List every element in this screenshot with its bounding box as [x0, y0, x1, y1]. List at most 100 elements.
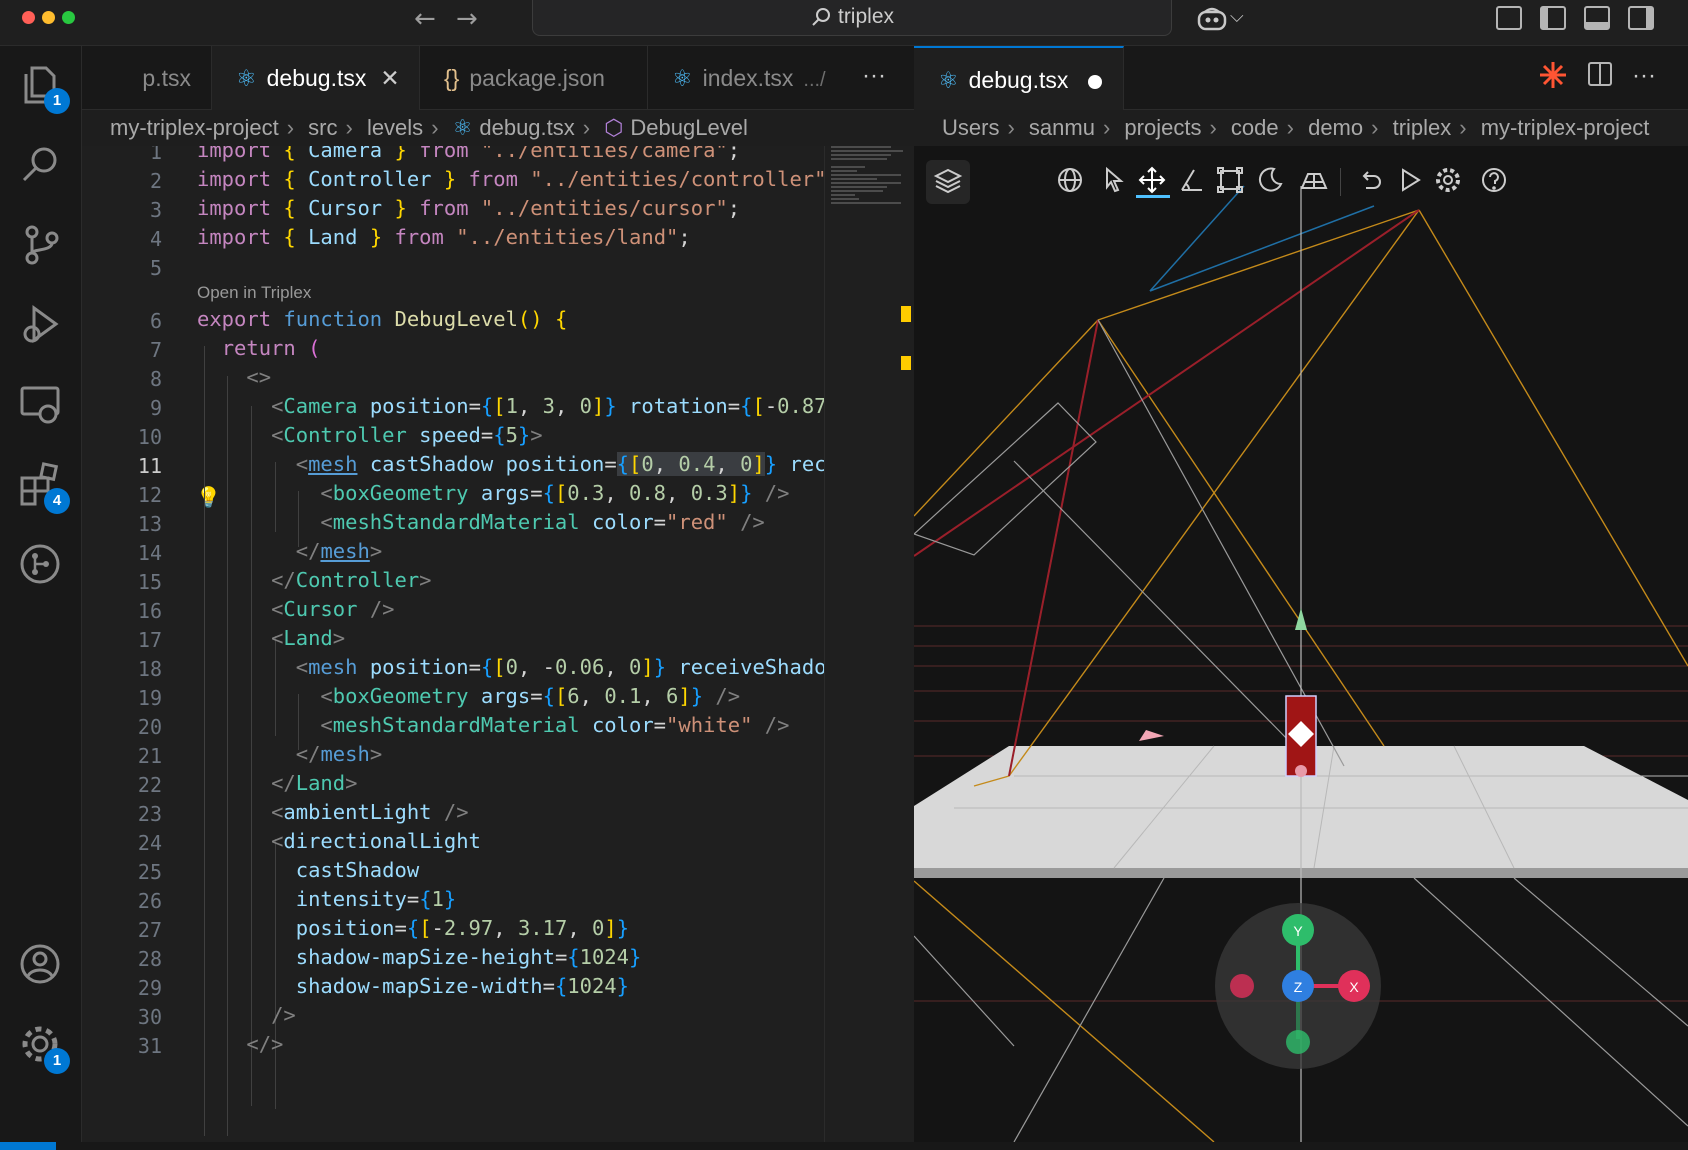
minimize-window-button[interactable] [42, 11, 55, 24]
tab-package-json[interactable]: {} package.json [420, 46, 648, 110]
zoom-window-button[interactable] [62, 11, 75, 24]
code-line: <ambientLight /> [271, 800, 469, 824]
scale-tool-icon[interactable] [1214, 164, 1248, 198]
crumb-projects[interactable]: projects [1124, 115, 1201, 140]
crumb-users[interactable]: Users [942, 115, 999, 140]
select-cursor-icon[interactable] [1098, 164, 1132, 198]
close-icon[interactable]: ✕ [380, 66, 399, 92]
line-number: 28 [137, 947, 162, 971]
breadcrumb: my-triplex-project › src › levels › ⚛ debug… [110, 115, 748, 141]
ground-grid-icon[interactable] [1298, 164, 1332, 198]
settings-badge: 1 [44, 1048, 70, 1074]
crumb-src[interactable]: src [308, 115, 337, 140]
gizmo-y-label: Y [1293, 923, 1303, 939]
crumb-code[interactable]: code [1231, 115, 1279, 140]
more-actions-icon[interactable]: ··· [1632, 46, 1656, 106]
scrollbar-marker [901, 306, 911, 322]
copilot-menu-chevron-icon[interactable]: ⌵ [1230, 6, 1244, 27]
forward-arrow-icon[interactable]: → [456, 4, 478, 34]
code-line: shadow-mapSize-height={1024} [295, 945, 642, 969]
code-line: /> [271, 1003, 296, 1027]
crumb-file[interactable]: debug.tsx [479, 115, 574, 140]
title-bar: ← → triplex ⌵ [0, 0, 1688, 46]
crumb-demo[interactable]: demo [1308, 115, 1363, 140]
line-number: 11 [137, 454, 162, 478]
translate-move-icon[interactable] [1136, 164, 1170, 198]
triplex-viewport[interactable]: Y X Z [914, 146, 1688, 1142]
line-number: 17 [137, 628, 162, 652]
git-graph-icon[interactable] [18, 542, 66, 590]
line-number: 2 [149, 169, 162, 193]
theme-moon-icon[interactable] [1254, 164, 1288, 198]
layers-button[interactable] [926, 160, 970, 204]
back-arrow-icon[interactable]: ← [414, 4, 436, 34]
rotate-tool-icon[interactable] [1176, 164, 1210, 198]
source-control-icon[interactable] [18, 222, 66, 270]
crumb-levels[interactable]: levels [367, 115, 423, 140]
line-number: 3 [149, 198, 162, 222]
line-number: 24 [137, 831, 162, 855]
play-icon[interactable] [1394, 164, 1428, 198]
code-line: intensity={1} [295, 887, 457, 911]
tab-debug-preview[interactable]: ⚛ debug.tsx [914, 46, 1124, 110]
manage-gear-icon[interactable]: 1 [18, 1022, 70, 1074]
react-icon: ⚛ [452, 116, 480, 141]
undo-icon[interactable] [1354, 164, 1388, 198]
crumb-sanmu[interactable]: sanmu [1029, 115, 1095, 140]
activity-bar: 1 4 1 [0, 46, 82, 1142]
copilot-icon[interactable] [1196, 6, 1230, 37]
toggle-secondary-sidebar-icon[interactable] [1628, 6, 1654, 30]
customize-layout-icon[interactable] [1496, 6, 1522, 30]
close-window-button[interactable] [22, 11, 35, 24]
axis-gizmo[interactable]: Y X Z [1215, 903, 1381, 1069]
crumb-project[interactable]: my-triplex-project [110, 115, 279, 140]
toggle-panel-icon[interactable] [1584, 6, 1610, 30]
remote-explorer-icon[interactable] [18, 382, 66, 430]
line-number: 7 [149, 338, 162, 362]
accounts-icon[interactable] [18, 942, 66, 990]
globe-icon[interactable] [1054, 164, 1088, 198]
line-number: 15 [137, 570, 162, 594]
scene-toolbar [1054, 158, 1524, 204]
settings-gear-icon[interactable] [1432, 164, 1466, 198]
more-actions-icon[interactable]: ··· [862, 46, 886, 106]
line-number: 13 [137, 512, 162, 536]
gizmo-neg-y-axis[interactable] [1286, 1030, 1310, 1054]
preview-breadcrumb: Users › sanmu › projects › code › demo › trip… [942, 115, 1650, 140]
gizmo-x-label: X [1349, 979, 1359, 995]
symbol-icon: ⬡ [604, 116, 631, 141]
tab-debug[interactable]: ⚛ debug.tsx ✕ [212, 46, 420, 110]
help-icon[interactable] [1478, 164, 1512, 198]
extensions-icon[interactable]: 4 [18, 462, 70, 514]
unsaved-dot-icon [1088, 74, 1103, 89]
minimap[interactable] [824, 146, 914, 1142]
code-editor[interactable]: 1 2 3 4 5 6 7 8 9 10 11 12 13 14 15 16 17 18 19 20 21 22 23 24 2… [82, 146, 824, 1142]
code-line: export function DebugLevel() { [197, 307, 568, 331]
react-icon: ⚛ [672, 66, 693, 92]
code-line: import { Controller } from "../entities/… [197, 167, 824, 191]
code-line: import { Camera } from "../entities/came… [197, 146, 741, 162]
tab-path-hint: .../ [803, 69, 826, 91]
command-center[interactable]: triplex [532, 0, 1172, 36]
code-line: <Land> [271, 626, 346, 650]
remote-indicator[interactable] [0, 1142, 56, 1150]
crumb-triplex[interactable]: triplex [1393, 115, 1452, 140]
run-and-debug-icon[interactable] [18, 302, 66, 350]
triplex-logo-icon[interactable] [1538, 60, 1568, 95]
crumb-my-triplex-project[interactable]: my-triplex-project [1481, 115, 1650, 140]
codelens-open-in-triplex[interactable]: Open in Triplex [197, 283, 311, 303]
search-view-icon[interactable] [18, 142, 66, 190]
line-number: 29 [137, 976, 162, 1000]
code-line: <Controller speed={5}> [271, 423, 543, 447]
gizmo-neg-x-axis[interactable] [1230, 974, 1254, 998]
split-editor-icon[interactable] [1588, 62, 1612, 86]
tab-app[interactable]: p.tsx [82, 46, 212, 110]
line-number: 12 [137, 483, 162, 507]
explorer-icon[interactable]: 1 [18, 62, 70, 114]
line-number: 16 [137, 599, 162, 623]
line-number: 18 [137, 657, 162, 681]
crumb-symbol[interactable]: DebugLevel [630, 115, 747, 140]
line-number: 14 [137, 541, 162, 565]
toggle-primary-sidebar-icon[interactable] [1540, 6, 1566, 30]
scene-canvas[interactable]: Y X Z [914, 146, 1688, 1142]
